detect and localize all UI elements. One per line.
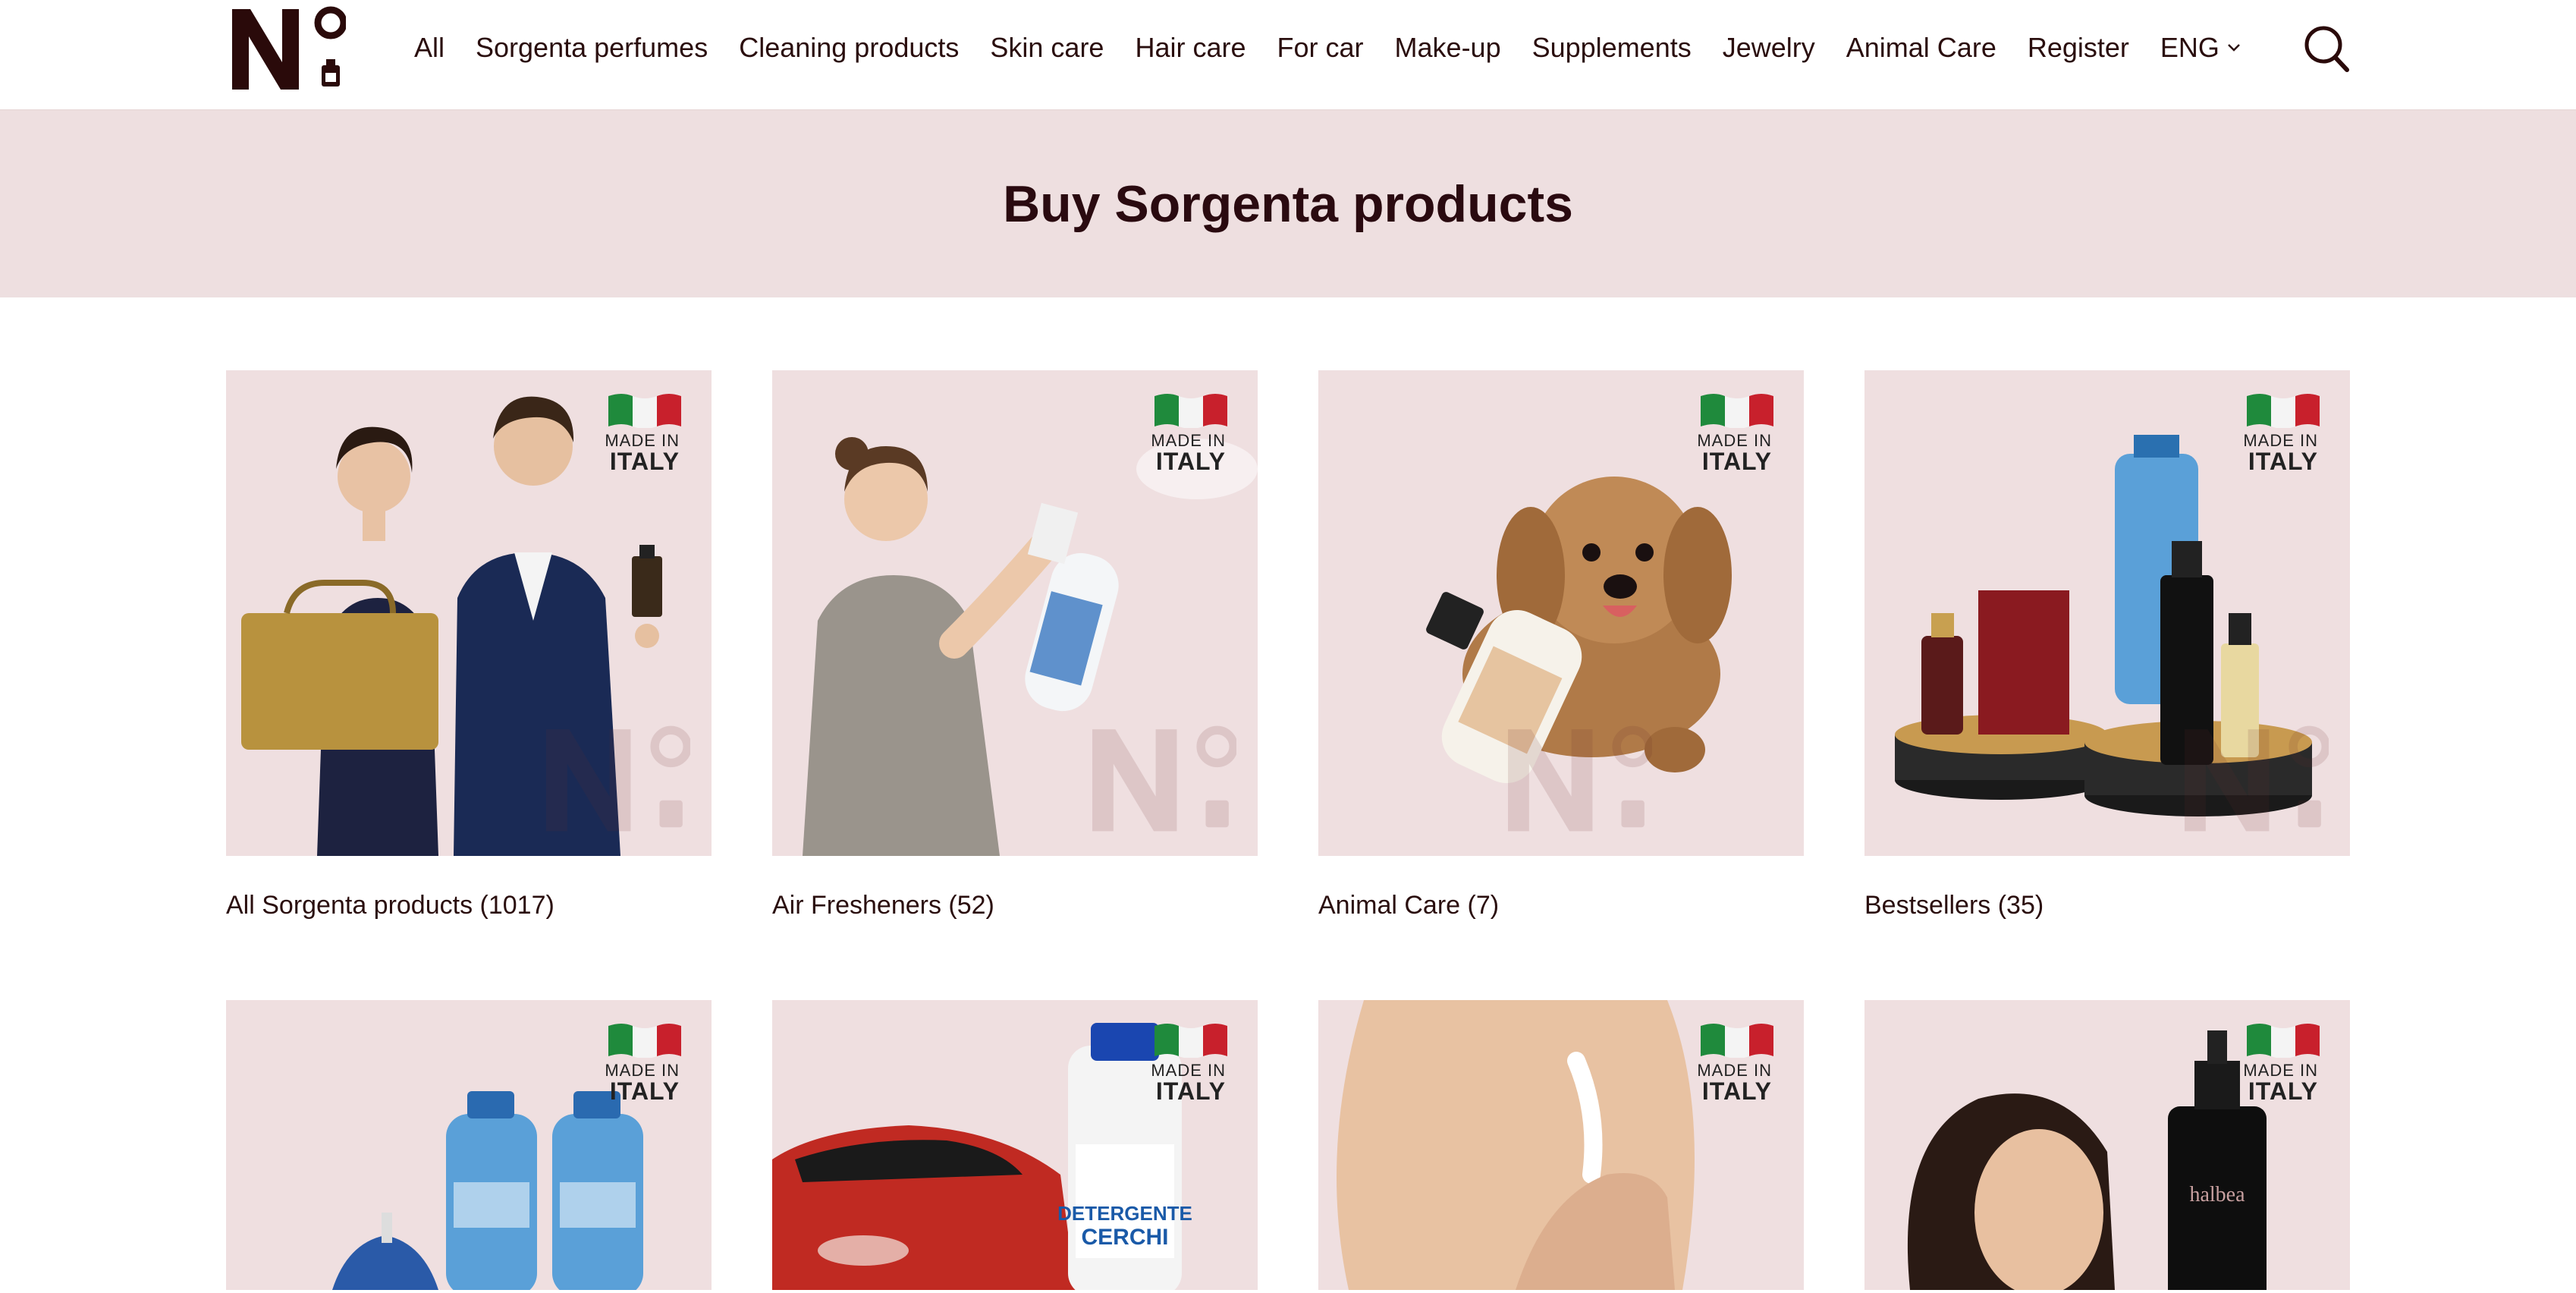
made-in-italy-badge: MADE IN ITALY: [605, 431, 680, 475]
category-image[interactable]: MADE IN ITALY: [1318, 370, 1804, 856]
page-title: Buy Sorgenta products: [1003, 175, 1573, 233]
badge-line1: MADE IN: [1151, 431, 1226, 450]
category-card-bestsellers[interactable]: MADE IN ITALY Bestsellers (35): [1864, 370, 2350, 920]
nav-item-cleaning-products[interactable]: Cleaning products: [739, 27, 959, 68]
category-card-animal-care[interactable]: MADE IN ITALY Animal Care (7): [1318, 370, 1804, 920]
category-label[interactable]: All Sorgenta products (1017): [226, 891, 712, 920]
nav-item-skin-care[interactable]: Skin care: [990, 27, 1104, 68]
nav-item-jewelry[interactable]: Jewelry: [1723, 27, 1815, 68]
watermark-logo-icon: [1508, 725, 1652, 832]
logo-icon[interactable]: [232, 6, 346, 91]
nav-item-animal-care[interactable]: Animal Care: [1846, 27, 1996, 68]
made-in-italy-badge: MADE IN ITALY: [605, 1061, 680, 1105]
watermark-logo-icon: [2185, 725, 2329, 832]
italy-flag-icon: [608, 1024, 681, 1058]
badge-line2: ITALY: [2248, 448, 2318, 475]
page-banner: Buy Sorgenta products: [0, 111, 2576, 297]
badge-line1: MADE IN: [1697, 1061, 1772, 1080]
category-card-hair-care[interactable]: halbea MADE IN ITALY: [1864, 1000, 2350, 1290]
made-in-italy-badge: MADE IN ITALY: [1151, 431, 1226, 475]
nav-item-sorgenta-perfumes[interactable]: Sorgenta perfumes: [476, 27, 708, 68]
search-icon[interactable]: [2303, 24, 2350, 73]
made-in-italy-badge: MADE IN ITALY: [2243, 1061, 2318, 1105]
italy-flag-icon: [608, 394, 681, 428]
nav-item-make-up[interactable]: Make-up: [1395, 27, 1501, 68]
badge-line1: MADE IN: [2243, 431, 2318, 450]
italy-flag-icon: [1154, 1024, 1227, 1058]
chevron-down-icon: [2228, 44, 2240, 52]
badge-line2: ITALY: [2248, 1078, 2318, 1105]
badge-line1: MADE IN: [2243, 1061, 2318, 1080]
badge-line1: MADE IN: [605, 1061, 680, 1080]
language-selector[interactable]: ENG: [2160, 27, 2241, 68]
category-image[interactable]: MADE IN ITALY: [1864, 370, 2350, 856]
nav-item-supplements[interactable]: Supplements: [1532, 27, 1692, 68]
category-card-all-products[interactable]: MADE IN ITALY All Sorgenta products (101…: [226, 370, 712, 920]
category-card-air-fresheners[interactable]: MADE IN ITALY Air Fresheners (52): [772, 370, 1258, 920]
badge-line2: ITALY: [1701, 1078, 1772, 1105]
italy-flag-icon: [2247, 394, 2320, 428]
nav-item-hair-care[interactable]: Hair care: [1135, 27, 1246, 68]
italy-flag-icon: [1701, 1024, 1773, 1058]
category-card-cleaning[interactable]: MADE IN ITALY: [226, 1000, 712, 1290]
italy-flag-icon: [1701, 394, 1773, 428]
badge-line2: ITALY: [1155, 448, 1226, 475]
category-label[interactable]: Air Fresheners (52): [772, 891, 1258, 920]
category-image[interactable]: MADE IN ITALY: [226, 1000, 712, 1290]
category-image[interactable]: MADE IN ITALY: [1318, 1000, 1804, 1290]
nav-item-register[interactable]: Register: [2028, 27, 2129, 68]
badge-line2: ITALY: [609, 1078, 680, 1105]
category-image[interactable]: halbea MADE IN ITALY: [1864, 1000, 2350, 1290]
badge-line2: ITALY: [1701, 448, 1772, 475]
badge-line1: MADE IN: [1151, 1061, 1226, 1080]
made-in-italy-badge: MADE IN ITALY: [1697, 1061, 1772, 1105]
made-in-italy-badge: MADE IN ITALY: [2243, 431, 2318, 475]
badge-line2: ITALY: [1155, 1078, 1226, 1105]
category-label[interactable]: Animal Care (7): [1318, 891, 1804, 920]
made-in-italy-badge: MADE IN ITALY: [1697, 431, 1772, 475]
category-card-for-car[interactable]: DETERGENTE CERCHI MADE IN ITALY: [772, 1000, 1258, 1290]
italy-flag-icon: [1154, 394, 1227, 428]
main-nav: All Sorgenta perfumes Cleaning products …: [414, 27, 2272, 68]
site-header: All Sorgenta perfumes Cleaning products …: [0, 0, 2576, 111]
badge-line2: ITALY: [609, 448, 680, 475]
made-in-italy-badge: MADE IN ITALY: [1151, 1061, 1226, 1105]
svg-text:halbea: halbea: [2189, 1183, 2245, 1206]
category-image[interactable]: MADE IN ITALY: [772, 370, 1258, 856]
category-image[interactable]: MADE IN ITALY: [226, 370, 712, 856]
category-card-skin-care[interactable]: MADE IN ITALY: [1318, 1000, 1804, 1290]
category-image[interactable]: DETERGENTE CERCHI MADE IN ITALY: [772, 1000, 1258, 1290]
watermark-logo-icon: [546, 725, 690, 832]
svg-text:DETERGENTE: DETERGENTE: [1057, 1202, 1192, 1225]
badge-line1: MADE IN: [1697, 431, 1772, 450]
svg-text:CERCHI: CERCHI: [1081, 1225, 1168, 1250]
badge-line1: MADE IN: [605, 431, 680, 450]
language-label: ENG: [2160, 32, 2219, 63]
nav-item-for-car[interactable]: For car: [1277, 27, 1364, 68]
watermark-logo-icon: [1092, 725, 1236, 832]
category-label[interactable]: Bestsellers (35): [1864, 891, 2350, 920]
italy-flag-icon: [2247, 1024, 2320, 1058]
nav-item-all[interactable]: All: [414, 27, 445, 68]
